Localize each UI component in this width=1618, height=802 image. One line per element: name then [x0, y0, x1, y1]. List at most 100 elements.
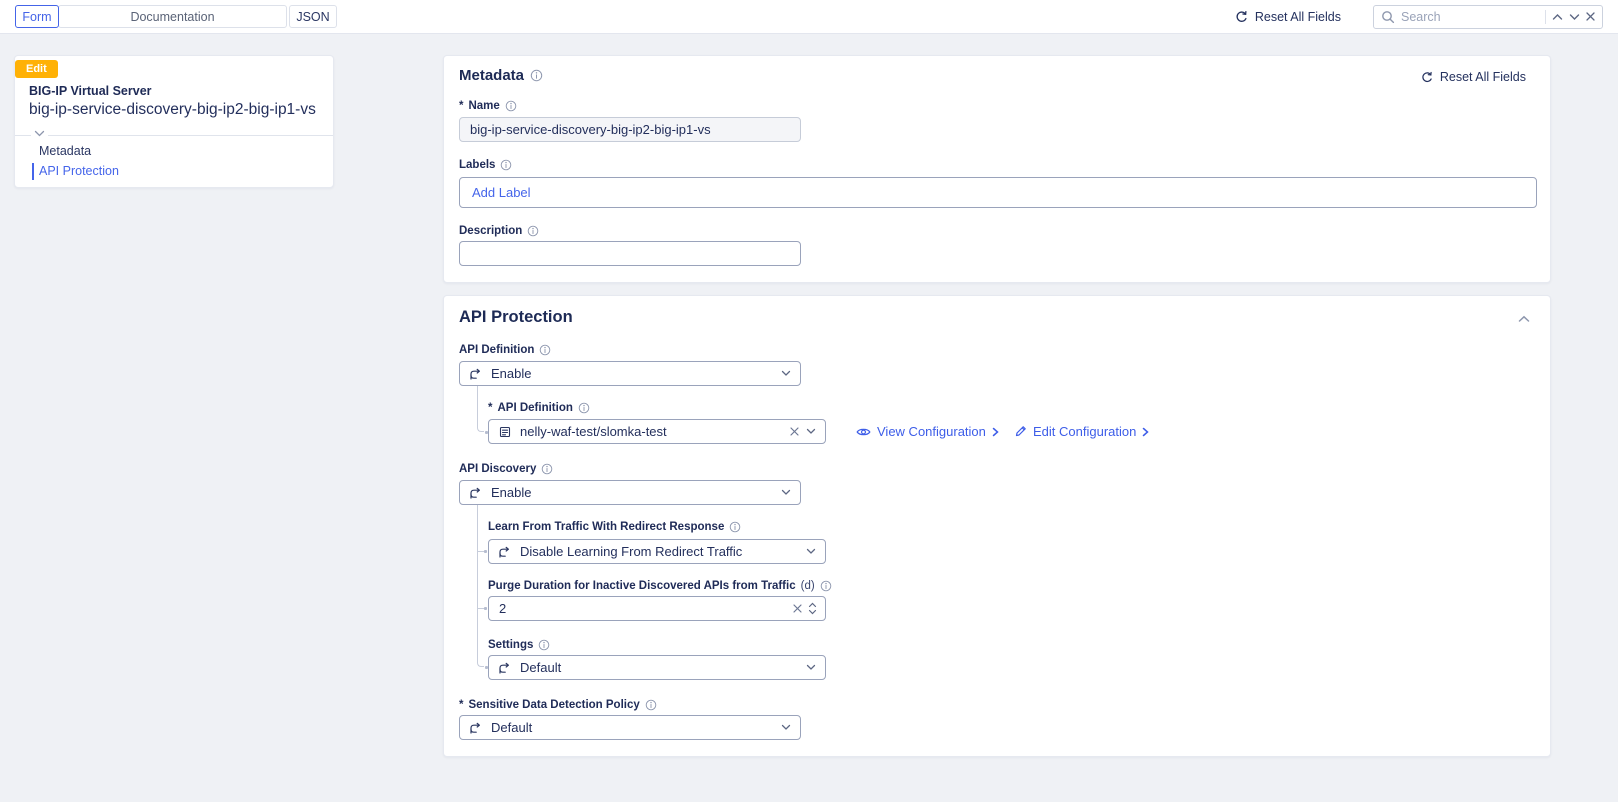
one-of-branch-icon — [469, 367, 483, 381]
info-icon[interactable] — [645, 699, 657, 711]
info-icon[interactable] — [538, 639, 550, 651]
metadata-section-title: Metadata — [459, 67, 543, 84]
name-input[interactable] — [459, 117, 801, 142]
required-mark: * — [488, 402, 493, 414]
info-icon[interactable] — [500, 159, 512, 171]
sensitive-data-policy-label-text: Sensitive Data Detection Policy — [468, 699, 640, 711]
one-of-branch-icon — [498, 545, 512, 559]
info-icon[interactable] — [527, 225, 539, 237]
metadata-section: Metadata Reset All Fields * Name big-ip-… — [443, 55, 1551, 283]
info-icon[interactable] — [539, 344, 551, 356]
metadata-reset-label: Reset All Fields — [1439, 70, 1526, 84]
chevron-down-icon — [806, 664, 816, 671]
settings-label: Settings — [488, 639, 550, 651]
api-definition-mode-select[interactable]: Enable — [459, 361, 801, 386]
info-icon[interactable] — [530, 69, 543, 82]
info-icon[interactable] — [820, 580, 832, 592]
sidebar-divider — [15, 130, 333, 137]
description-input[interactable] — [459, 241, 801, 266]
sensitive-data-policy-label: * Sensitive Data Detection Policy — [459, 699, 657, 711]
purge-duration-label: Purge Duration for Inactive Discovered A… — [488, 580, 832, 592]
info-icon[interactable] — [541, 463, 553, 475]
sensitive-data-policy-value: Default — [491, 720, 533, 735]
edit-configuration-link[interactable]: Edit Configuration — [1014, 424, 1149, 439]
chevron-down-icon — [806, 548, 816, 555]
tree-connector — [477, 505, 484, 667]
description-field-label: Description — [459, 225, 539, 237]
purge-duration-input[interactable]: 2 — [488, 596, 826, 621]
learn-redirect-select[interactable]: Disable Learning From Redirect Traffic — [488, 539, 826, 564]
api-definition-ref-value: nelly-waf-test/slomka-test — [520, 424, 667, 439]
name-field-label: * Name — [459, 100, 517, 112]
reset-all-fields-label: Reset All Fields — [1254, 9, 1341, 24]
learn-redirect-value: Disable Learning From Redirect Traffic — [520, 544, 743, 559]
reset-all-fields-button[interactable]: Reset All Fields — [1234, 9, 1341, 24]
required-mark: * — [459, 100, 464, 112]
view-configuration-label: View Configuration — [877, 424, 986, 439]
reset-icon — [1420, 70, 1434, 84]
api-discovery-mode-select[interactable]: Enable — [459, 480, 801, 505]
tree-connector-dot — [484, 607, 487, 610]
object-type-label: BIG-IP Virtual Server — [29, 84, 152, 98]
sensitive-data-policy-select[interactable]: Default — [459, 715, 801, 740]
one-of-branch-icon — [498, 661, 512, 675]
info-icon[interactable] — [505, 100, 517, 112]
search-prev-icon[interactable] — [1552, 13, 1563, 21]
api-definition-ref-label: * API Definition — [488, 402, 590, 414]
settings-label-text: Settings — [488, 639, 534, 651]
tree-collapse-icon[interactable] — [31, 130, 48, 137]
reset-icon — [1234, 9, 1249, 24]
info-icon[interactable] — [729, 521, 741, 533]
tree-connector-dot — [484, 550, 487, 553]
tab-documentation[interactable]: Documentation — [58, 5, 287, 28]
search-next-icon[interactable] — [1569, 13, 1580, 21]
api-discovery-group-label: API Discovery — [459, 463, 553, 475]
purge-duration-value: 2 — [499, 601, 507, 616]
labels-label-text: Labels — [459, 159, 496, 171]
add-label-button[interactable]: Add Label — [472, 185, 531, 200]
tab-form[interactable]: Form — [15, 5, 59, 28]
metadata-reset-all-fields-button[interactable]: Reset All Fields — [1420, 70, 1526, 84]
top-toolbar: Form Documentation JSON Reset All Fields — [0, 0, 1618, 34]
api-definition-mode-value: Enable — [491, 366, 532, 381]
one-of-branch-icon — [469, 721, 483, 735]
view-configuration-link[interactable]: View Configuration — [856, 424, 999, 439]
required-mark: * — [459, 699, 464, 711]
api-definition-ref-select[interactable]: nelly-waf-test/slomka-test — [488, 419, 826, 444]
collapse-section-icon[interactable] — [1518, 315, 1530, 323]
settings-select[interactable]: Default — [488, 655, 826, 680]
page: Form Documentation JSON Reset All Fields — [0, 0, 1618, 802]
active-nav-indicator — [32, 163, 34, 180]
settings-value: Default — [520, 660, 562, 675]
search-input[interactable] — [1401, 9, 1539, 24]
chevron-down-icon — [781, 370, 791, 377]
clear-icon[interactable] — [790, 427, 799, 436]
object-summary-panel: Edit BIG-IP Virtual Server big-ip-servic… — [14, 55, 334, 188]
purge-duration-unit: (d) — [800, 580, 815, 592]
chevron-right-icon — [992, 427, 999, 437]
tree-connector — [477, 386, 484, 432]
labels-container: Add Label — [459, 177, 1537, 208]
api-definition-group-label: API Definition — [459, 344, 551, 356]
pencil-icon — [1014, 425, 1027, 438]
api-discovery-label-text: API Discovery — [459, 463, 537, 475]
tab-json[interactable]: JSON — [289, 5, 337, 28]
number-stepper[interactable] — [808, 602, 817, 615]
eye-icon — [856, 426, 871, 438]
sidebar-item-metadata[interactable]: Metadata — [39, 144, 91, 158]
chevron-down-icon — [806, 428, 816, 435]
learn-redirect-label-text: Learn From Traffic With Redirect Respons… — [488, 521, 725, 533]
search-icon — [1381, 10, 1395, 24]
info-icon[interactable] — [578, 402, 590, 414]
one-of-branch-icon — [469, 486, 483, 500]
edit-configuration-label: Edit Configuration — [1033, 424, 1137, 439]
sidebar-item-api-protection[interactable]: API Protection — [39, 164, 119, 178]
api-protection-title-text: API Protection — [459, 308, 573, 326]
chevron-down-icon — [781, 489, 791, 496]
clear-icon[interactable] — [793, 604, 802, 613]
api-protection-section-title: API Protection — [459, 308, 573, 327]
api-protection-section: API Protection API Definition Enable * A… — [443, 295, 1551, 757]
object-name: big-ip-service-discovery-big-ip2-big-ip1… — [29, 101, 316, 118]
search-close-icon[interactable] — [1586, 12, 1595, 21]
chevron-down-icon — [781, 724, 791, 731]
